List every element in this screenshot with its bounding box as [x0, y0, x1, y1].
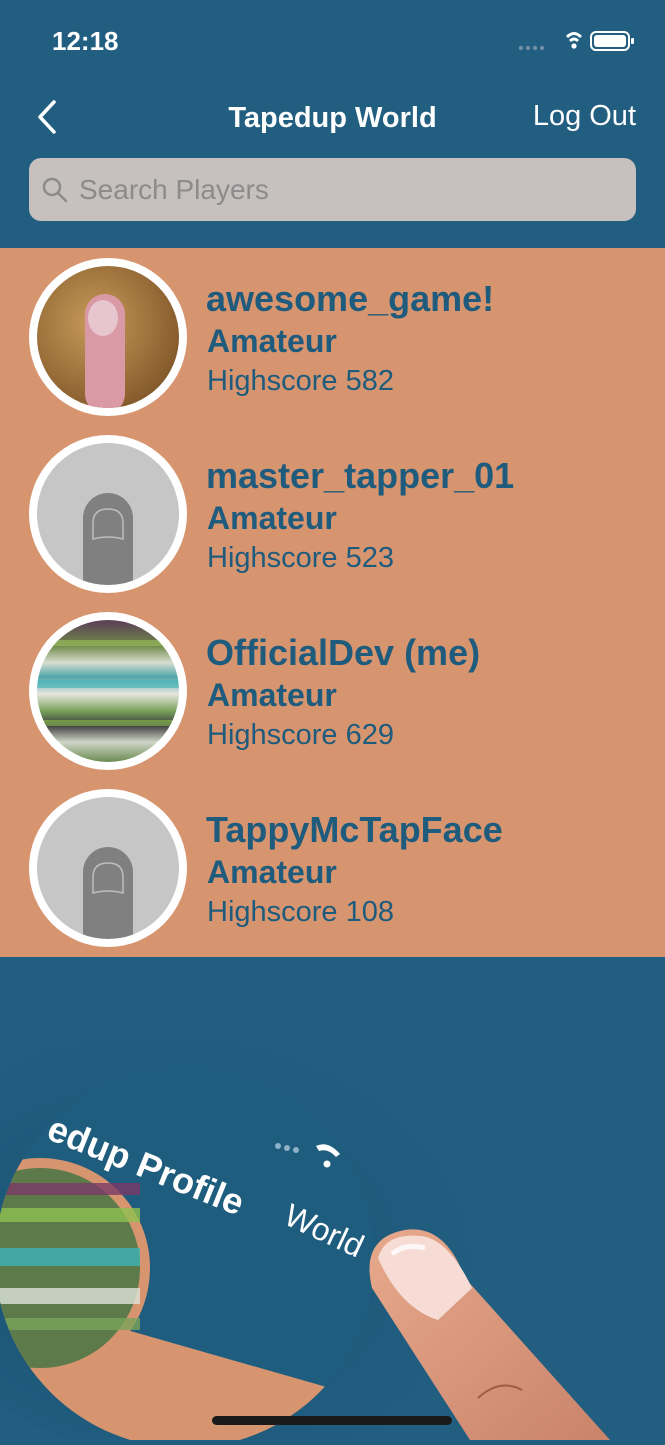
player-rank: Amateur	[207, 323, 337, 359]
blurred-shelves-image	[37, 640, 179, 726]
player-rank: Amateur	[207, 854, 337, 890]
status-bar: 12:18	[0, 0, 665, 80]
status-time: 12:18	[52, 26, 119, 56]
avatar	[29, 612, 187, 770]
player-list: awesome_game! Amateur Highscore 582 mast…	[0, 248, 665, 957]
search-input[interactable]	[79, 158, 619, 221]
player-row[interactable]: master_tapper_01 Amateur Highscore 523	[0, 425, 665, 602]
logout-button[interactable]: Log Out	[533, 100, 636, 133]
navigation-bar: Tapedup World Log Out	[0, 86, 665, 150]
player-name: OfficialDev (me)	[206, 632, 481, 673]
player-highscore: Highscore 629	[207, 719, 394, 751]
signal-icon	[518, 45, 545, 51]
player-row[interactable]: awesome_game! Amateur Highscore 582	[0, 248, 665, 425]
avatar	[29, 789, 187, 947]
player-highscore: Highscore 108	[207, 896, 394, 928]
player-highscore: Highscore 523	[207, 542, 394, 574]
magnifier-lens: edup Profile World	[0, 1068, 375, 1445]
player-highscore: Highscore 582	[207, 365, 394, 397]
battery-icon	[590, 31, 634, 51]
status-icons	[518, 28, 639, 59]
tutorial-illustration: edup Profile World	[0, 958, 665, 1445]
search-bar[interactable]	[29, 158, 636, 221]
home-indicator[interactable]	[212, 1416, 452, 1425]
search-icon	[42, 177, 68, 203]
player-name: master_tapper_01	[206, 455, 515, 496]
player-rank: Amateur	[207, 677, 337, 713]
wifi-icon	[566, 32, 582, 49]
finger-icon	[83, 493, 133, 585]
player-row[interactable]: TappyMcTapFace Amateur Highscore 108	[0, 779, 665, 956]
finger-photo-image	[85, 294, 125, 408]
avatar	[29, 435, 187, 593]
player-rank: Amateur	[207, 500, 337, 536]
finger-icon	[83, 847, 133, 939]
player-name: TappyMcTapFace	[206, 809, 503, 850]
player-row[interactable]: OfficialDev (me) Amateur Highscore 629	[0, 602, 665, 779]
player-name: awesome_game!	[206, 278, 495, 319]
avatar	[29, 258, 187, 416]
